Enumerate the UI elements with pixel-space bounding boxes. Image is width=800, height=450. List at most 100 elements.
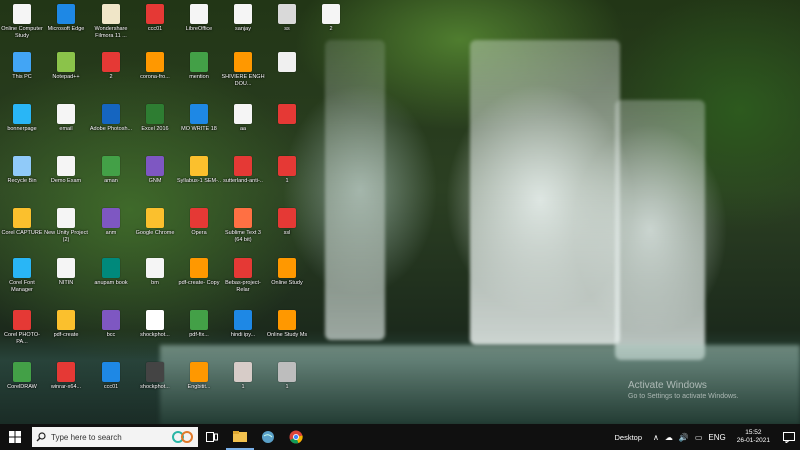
desktop-icon[interactable]: Excel 2016: [133, 104, 177, 133]
desktop-icon[interactable]: 1: [265, 362, 309, 391]
desktop-icon[interactable]: Adobe Photosh...: [89, 104, 133, 133]
desktop-icon[interactable]: New Unity Project (2): [44, 208, 88, 243]
desktop-icon-label: Corel Font Manager: [9, 280, 35, 293]
desktop-icon[interactable]: Notepad++: [44, 52, 88, 81]
file-icon: [146, 52, 164, 72]
desktop-icon[interactable]: NITIN: [44, 258, 88, 287]
clock[interactable]: 15:52 26-01-2021: [737, 429, 770, 445]
desktop-toolbar-label[interactable]: Desktop: [615, 433, 643, 442]
desktop-icon[interactable]: bonnerpage: [0, 104, 44, 133]
desktop-icon[interactable]: aa: [221, 104, 265, 133]
desktop-icon[interactable]: email: [44, 104, 88, 133]
desktop-icon[interactable]: pdf-create: [44, 310, 88, 339]
desktop-icon[interactable]: ssl: [265, 208, 309, 237]
desktop-icon[interactable]: ccc01: [133, 4, 177, 33]
desktop-icon[interactable]: Corel CAPTURE: [0, 208, 44, 237]
desktop-icon[interactable]: hindi ipy...: [221, 310, 265, 339]
desktop-icon[interactable]: shockphot...: [133, 362, 177, 391]
desktop-icon[interactable]: bcc: [89, 310, 133, 339]
desktop-icon[interactable]: MO WRITE 18: [177, 104, 221, 133]
file-icon: [102, 258, 120, 278]
desktop-icon[interactable]: aman: [89, 156, 133, 185]
desktop-icon[interactable]: Recycle Bin: [0, 156, 44, 185]
desktop-icon[interactable]: 1: [221, 362, 265, 391]
desktop-icon[interactable]: Sublime Text 3 (64 bit): [221, 208, 265, 243]
desktop-icon[interactable]: Bebas-project-Relar: [221, 258, 265, 293]
file-explorer-button[interactable]: [226, 424, 254, 450]
file-icon: [190, 208, 208, 228]
file-icon: [13, 104, 31, 124]
desktop-icon[interactable]: Microsoft Edge: [44, 4, 88, 33]
taskbar: Type here to search Desktop ∧ ☁ 🔊 ▭ ENG …: [0, 424, 800, 450]
desktop-icon[interactable]: Google Chrome: [133, 208, 177, 237]
desktop-icon[interactable]: Opera: [177, 208, 221, 237]
chrome-taskbar-button[interactable]: [282, 424, 310, 450]
file-icon: [13, 362, 31, 382]
start-button[interactable]: [0, 424, 30, 450]
file-icon: [13, 52, 31, 72]
desktop-icon[interactable]: [265, 104, 309, 126]
file-icon: [13, 4, 31, 24]
file-icon: [146, 208, 164, 228]
desktop-icon[interactable]: Syllabus-1 SEM-..: [177, 156, 221, 185]
network-icon[interactable]: ▭: [695, 433, 703, 442]
desktop-icon[interactable]: shockphot...: [133, 310, 177, 339]
windows-logo-icon: [9, 431, 21, 443]
desktop-icon-label: mention: [189, 74, 209, 80]
desktop-icon[interactable]: Engbitit...: [177, 362, 221, 391]
desktop-icon[interactable]: Online Computer Study: [0, 4, 44, 39]
speaker-icon[interactable]: 🔊: [679, 433, 689, 442]
desktop-icon[interactable]: sutterland-anti-..: [221, 156, 265, 185]
desktop-icon[interactable]: CorelDRAW: [0, 362, 44, 391]
waterfall-right: [615, 100, 705, 360]
desktop-icon[interactable]: 2: [309, 4, 353, 33]
file-icon: [234, 258, 252, 278]
watermark-title: Activate Windows: [628, 380, 707, 391]
desktop-icon[interactable]: Corel Font Manager: [0, 258, 44, 293]
desktop-icon[interactable]: ss: [265, 4, 309, 33]
desktop-icon[interactable]: Demo Exam: [44, 156, 88, 185]
language-indicator[interactable]: ENG: [708, 433, 725, 442]
cloud-icon[interactable]: ☁: [665, 433, 673, 442]
desktop-icon-label: Online Computer Study: [1, 26, 43, 39]
desktop-icon[interactable]: 2: [89, 52, 133, 81]
file-icon: [278, 208, 296, 228]
desktop-icon[interactable]: Online Study Ms: [265, 310, 309, 339]
desktop-icon[interactable]: GNM: [133, 156, 177, 185]
desktop-icon[interactable]: [265, 52, 309, 74]
desktop-icon[interactable]: Corel PHOTO-PA...: [0, 310, 44, 345]
desktop-icon-label: pdf-fix...: [189, 332, 209, 338]
task-view-button[interactable]: [198, 424, 226, 450]
desktop-icon[interactable]: ccc01: [89, 362, 133, 391]
desktop-icon[interactable]: SHIVIERE ENGH DOU...: [221, 52, 265, 87]
action-center-button[interactable]: [778, 431, 800, 443]
desktop-icon[interactable]: This PC: [0, 52, 44, 81]
file-icon: [234, 4, 252, 24]
watermark-subtitle: Go to Settings to activate Windows.: [628, 393, 739, 400]
desktop-icon[interactable]: LibreOffice: [177, 4, 221, 33]
desktop-icon[interactable]: Wondershare Filmora 11 ...: [89, 4, 133, 39]
desktop-icon[interactable]: anupam book: [89, 258, 133, 287]
desktop-icon[interactable]: corona-fro...: [133, 52, 177, 81]
desktop-icon[interactable]: 1: [265, 156, 309, 185]
desktop-icon-label: Opera: [191, 230, 207, 236]
desktop-icon[interactable]: winrar-x64...: [44, 362, 88, 391]
desktop-icon[interactable]: sanjay: [221, 4, 265, 33]
desktop-icon[interactable]: pdf-fix...: [177, 310, 221, 339]
file-icon: [146, 156, 164, 176]
file-icon: [102, 156, 120, 176]
desktop-icon[interactable]: pdf-create- Copy: [177, 258, 221, 287]
desktop-icon[interactable]: mention: [177, 52, 221, 81]
file-icon: [234, 310, 252, 330]
maps-app-button[interactable]: [254, 424, 282, 450]
desktop-icon[interactable]: bm: [133, 258, 177, 287]
chevron-up-icon[interactable]: ∧: [653, 433, 659, 442]
desktop-icon[interactable]: anm: [89, 208, 133, 237]
file-icon: [322, 4, 340, 24]
taskbar-search-box[interactable]: Type here to search: [32, 427, 198, 447]
desktop-icon[interactable]: Online Study: [265, 258, 309, 287]
file-icon: [57, 362, 75, 382]
file-icon: [146, 258, 164, 278]
search-placeholder: Type here to search: [51, 432, 122, 442]
desktop-icon-label: winrar-x64...: [50, 384, 82, 390]
